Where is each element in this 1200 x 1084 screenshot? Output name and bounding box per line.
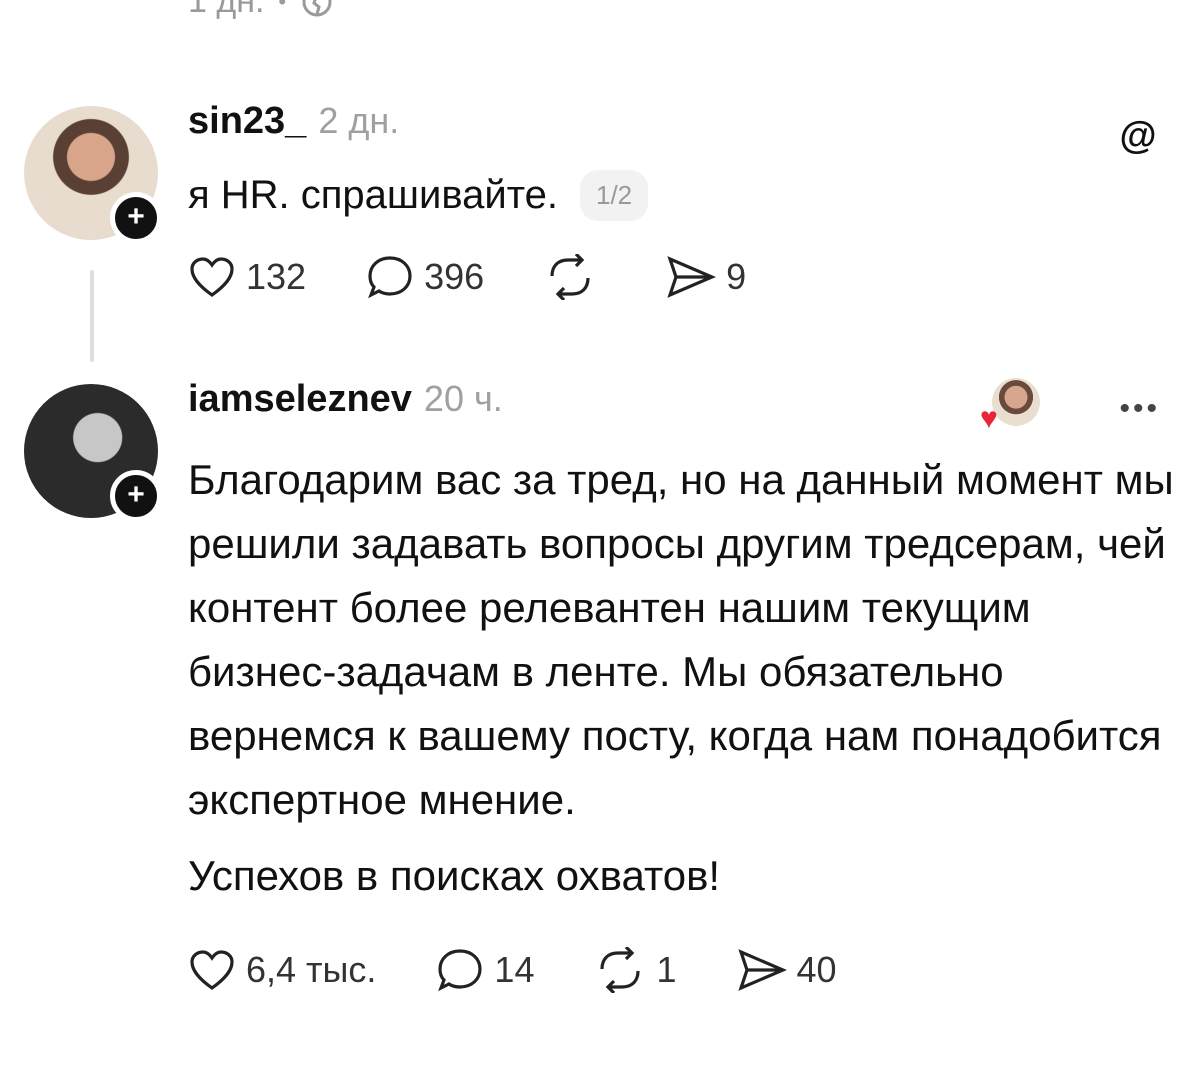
username[interactable]: sin23_	[188, 100, 306, 143]
follow-plus-icon[interactable]: +	[110, 470, 162, 522]
share-button[interactable]: 40	[737, 948, 837, 992]
heart-icon	[190, 950, 234, 990]
previous-post-time: 1 дн.	[188, 0, 265, 20]
red-heart-icon: ♥	[980, 402, 998, 435]
post-header: sin23_ 2 дн.	[188, 100, 1160, 160]
share-count: 40	[796, 949, 837, 990]
post-actions: 6,4 тыс. 14 1 40	[188, 940, 1160, 1000]
previous-post-meta: 1 дн. •	[188, 0, 334, 21]
page-indicator: 1/2	[579, 170, 649, 221]
post-time: 2 дн.	[318, 100, 400, 141]
post-actions: 132 396 9	[188, 247, 1160, 307]
avatar-sin23[interactable]: +	[24, 106, 162, 244]
repost-icon	[600, 947, 641, 993]
repost-button[interactable]	[544, 254, 606, 300]
liker-avatar	[992, 378, 1040, 426]
post-paragraph: Успехов в поисках охватов!	[188, 852, 721, 899]
comment-icon	[368, 256, 412, 299]
post-text: я HR. спрашивайте. 1/2	[188, 170, 1160, 221]
share-icon	[667, 256, 717, 298]
share-icon	[737, 949, 787, 991]
author-liked-indicator: ♥	[980, 378, 1040, 434]
username[interactable]: iamseleznev	[188, 378, 412, 421]
thread-connector-line	[90, 270, 94, 362]
meta-separator: •	[278, 0, 287, 14]
post-text-body: я HR. спрашивайте.	[188, 173, 558, 217]
like-button[interactable]: 132	[188, 255, 306, 299]
like-count: 132	[246, 256, 307, 297]
comment-icon	[438, 949, 483, 992]
reply-button[interactable]: 14	[436, 947, 534, 993]
post-content: sin23_ 2 дн. @ я HR. спрашивайте. 1/2 13…	[188, 100, 1160, 307]
post-time: 20 ч.	[423, 378, 503, 419]
repost-count: 1	[656, 949, 677, 990]
share-count: 9	[726, 256, 747, 297]
reply-button[interactable]: 396	[366, 254, 484, 300]
threads-logo-icon[interactable]: @	[1116, 114, 1160, 158]
heart-icon	[190, 257, 234, 297]
follow-plus-icon[interactable]: +	[110, 192, 162, 244]
reply-count: 14	[494, 949, 535, 990]
repost-icon	[550, 254, 590, 300]
globe-icon	[302, 0, 332, 16]
post-paragraph: Благодарим вас за тред, но на данный мом…	[188, 456, 1174, 823]
like-count: 6,4 тыс.	[246, 949, 377, 990]
avatar-iamseleznev[interactable]: +	[24, 384, 162, 522]
post-text: Благодарим вас за тред, но на данный мом…	[188, 448, 1178, 908]
share-button[interactable]: 9	[666, 255, 746, 299]
like-button[interactable]: 6,4 тыс.	[188, 948, 376, 992]
reply-count: 396	[424, 256, 485, 297]
repost-button[interactable]: 1	[594, 947, 677, 993]
more-options-icon[interactable]: •••	[1119, 392, 1160, 426]
post-content: iamseleznev 20 ч. ♥ ••• Благодарим вас з…	[188, 378, 1174, 1000]
